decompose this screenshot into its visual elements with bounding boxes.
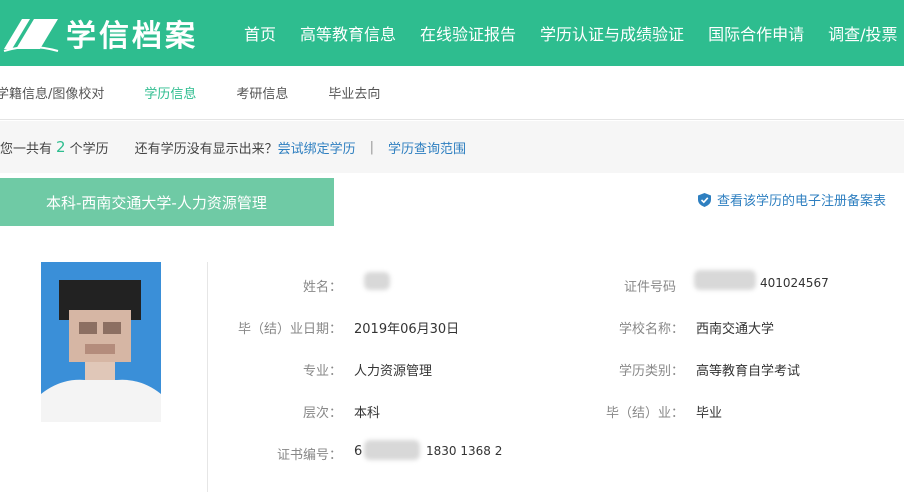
- cert-no-label: 证书编号：: [276, 448, 342, 463]
- link-separator: |: [369, 139, 374, 155]
- level-label: 层次：: [302, 406, 342, 421]
- count-prefix: 您一共有: [0, 141, 53, 157]
- registration-form-link[interactable]: 查看该学历的电子注册备案表: [697, 190, 886, 209]
- count-suffix: 个学历: [69, 141, 109, 157]
- name-label: 姓名：: [302, 280, 342, 295]
- school-label: 学校名称：: [618, 322, 684, 337]
- record-count: 2: [56, 138, 66, 156]
- major-label: 专业：: [302, 364, 342, 379]
- portrait-image: [41, 262, 161, 422]
- cert-id-value: 401024567: [760, 276, 829, 290]
- cert-id-label: 证件号码: [623, 280, 676, 295]
- tab-degree-info[interactable]: 学历信息: [144, 83, 196, 102]
- registration-link-text: 查看该学历的电子注册备案表: [716, 194, 886, 209]
- grad-status-value: 毕业: [696, 406, 723, 421]
- shield-check-icon: [697, 192, 711, 207]
- record-count-bar: 您一共有 2 个学历 还有学历没有显示出来？ 尝试绑定学历 | 学历查询范围: [0, 121, 904, 173]
- cert-id-redacted: [694, 270, 756, 290]
- bind-record-link[interactable]: 尝试绑定学历: [278, 138, 356, 157]
- content-divider: [207, 262, 208, 492]
- nav-online-report[interactable]: 在线验证报告: [420, 21, 516, 45]
- nav-higher-education[interactable]: 高等教育信息: [300, 21, 396, 45]
- name-redacted: [364, 272, 390, 290]
- student-photo: [41, 262, 161, 422]
- tab-enrollment[interactable]: 学籍信息/图像校对: [0, 83, 104, 102]
- nav-survey[interactable]: 调查/投票: [828, 21, 897, 45]
- major-value: 人力资源管理: [354, 364, 433, 379]
- top-header: 学信档案 首页 高等教育信息 在线验证报告 学历认证与成绩验证 国际合作申请 调…: [0, 0, 904, 66]
- sub-nav: 学籍信息/图像校对 学历信息 考研信息 毕业去向: [0, 66, 904, 120]
- cert-no-prefix: 6: [354, 444, 363, 459]
- record-tab[interactable]: 本科-西南交通大学-人力资源管理: [0, 178, 334, 226]
- school-value: 西南交通大学: [696, 322, 775, 337]
- cert-no-redacted: [364, 440, 420, 460]
- nav-home[interactable]: 首页: [244, 21, 276, 45]
- cert-no-suffix: 1830 1368 2: [426, 444, 503, 458]
- logo[interactable]: 学信档案: [0, 6, 198, 60]
- tab-career[interactable]: 毕业去向: [328, 83, 380, 102]
- query-scope-link[interactable]: 学历查询范围: [388, 138, 466, 157]
- logo-book-icon: [3, 19, 59, 52]
- nav-international[interactable]: 国际合作申请: [708, 21, 804, 45]
- grad-date-label: 毕（结）业日期：: [237, 322, 342, 337]
- edu-type-label: 学历类别：: [618, 364, 684, 379]
- missing-question: 还有学历没有显示出来？: [134, 141, 278, 157]
- main-nav: 首页 高等教育信息 在线验证报告 学历认证与成绩验证 国际合作申请 调查/投票: [244, 0, 904, 66]
- level-value: 本科: [354, 406, 381, 421]
- tab-postgrad-exam[interactable]: 考研信息: [236, 83, 288, 102]
- grad-status-label: 毕（结）业：: [605, 406, 684, 421]
- edu-type-value: 高等教育自学考试: [696, 364, 801, 379]
- grad-date-value: 2019年06月30日: [354, 322, 460, 337]
- nav-certification[interactable]: 学历认证与成绩验证: [540, 21, 684, 45]
- logo-text: 学信档案: [66, 19, 198, 54]
